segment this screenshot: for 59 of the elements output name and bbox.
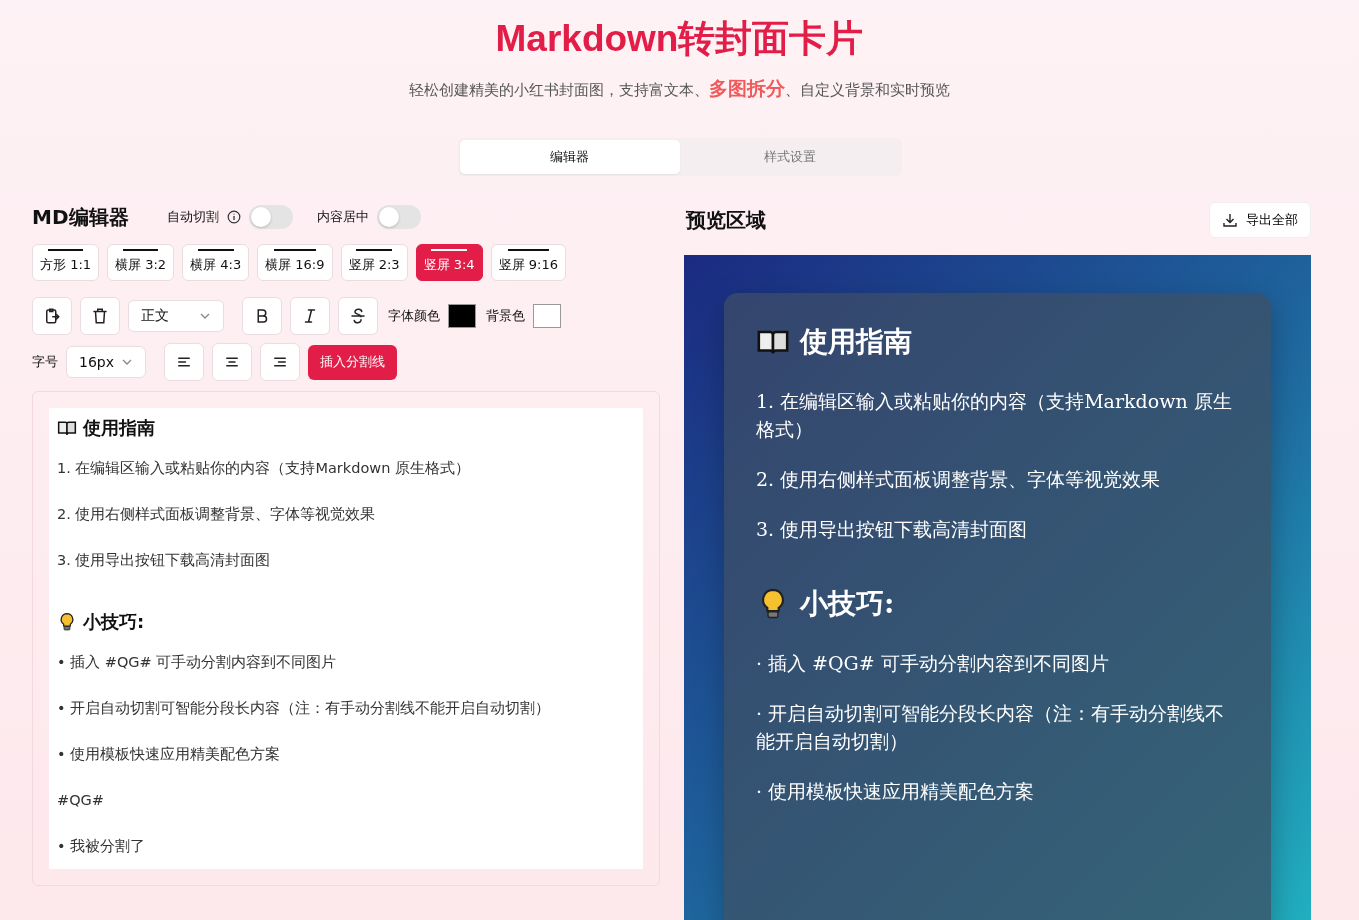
card-paragraph: · 开启自动切割可智能分段长内容（注：有手动分割线不能开启自动切割） [756,701,1226,754]
color-label: 背景色 [486,307,525,325]
editor-heading: 使用指南 [83,416,155,440]
color-swatch[interactable] [533,304,561,328]
editor-paragraph: • 开启自动切割可智能分段长内容（注：有手动分割线不能开启自动切割） [57,699,552,718]
text-editor[interactable]: 使用指南 1. 在编辑区输入或粘贴你的内容（支持Markdown 原生格式） 2. 使用右侧样式面板调整背景、字体等视觉效果 3. 使用导出按钮下载高清封面图 小技巧: • 插入 #QG# 可手动分割内容到不同图片 • 开启自动切割可智能分段长内容（注：有手动分割线不能开启自动切割） • 使用模板快速应用精美配色方案 #QG# • 我被分割了 [49,408,643,869]
toggle-switch[interactable] [376,205,421,229]
card-paragraph: 3. 使用导出按钮下载高清封面图 [756,517,1029,542]
aspect-ratio-button[interactable]: 横屏 16:9 [257,244,333,281]
card-paragraph: 1. 在编辑区输入或粘贴你的内容（支持Markdown 原生格式） [756,389,1233,442]
align-right-button[interactable] [260,343,300,381]
editor-paragraph: 1. 在编辑区输入或粘贴你的内容（支持Markdown 原生格式） [57,459,471,478]
book-icon [57,418,77,438]
toggle-label: 内容居中 [316,208,369,226]
aspect-ratio-button[interactable]: 横屏 4:3 [182,244,250,281]
italic-button[interactable] [290,297,330,335]
paste-icon [43,307,61,325]
aspect-ratio-button[interactable]: 竖屏 3:4 [415,244,483,281]
card-heading: 使用指南 [800,324,912,360]
color-swatch[interactable] [448,304,476,328]
strikethrough-button[interactable] [338,297,378,335]
aspect-ratio-button[interactable]: 方形 1:1 [32,244,100,281]
editor-heading: 小技巧: [83,610,145,634]
strikethrough-icon [349,307,367,325]
editor-paragraph: • 使用模板快速应用精美配色方案 [57,745,282,764]
toggle-switch[interactable] [248,205,293,229]
delete-icon [91,307,109,325]
color-label: 字体颜色 [388,307,440,325]
tab[interactable]: 编辑器 [459,140,680,174]
editor-paragraph: • 插入 #QG# 可手动分割内容到不同图片 [57,653,338,672]
preview-title: 预览区域 [686,206,766,234]
format-select[interactable]: 正文 [128,300,224,332]
export-all-button[interactable]: 导出全部 [1209,202,1311,238]
bold-button[interactable] [242,297,282,335]
editor-paragraph: 2. 使用右侧样式面板调整背景、字体等视觉效果 [57,505,377,524]
paste-button[interactable] [32,297,72,335]
page-subtitle: 轻松创建精美的小红书封面图，支持富文本、多图拆分、自定义背景和实时预览 [408,76,951,101]
aspect-ratio-button[interactable]: 横屏 3:2 [107,244,175,281]
aspect-ratio-button[interactable]: 竖屏 2:3 [340,244,408,281]
card-paragraph: · 使用模板快速应用精美配色方案 [756,779,1036,804]
card-paragraph: · 插入 #QG# 可手动分割内容到不同图片 [756,651,1110,676]
editor-paragraph: #QG# [57,791,105,810]
font-size-label: 字号 [32,353,58,371]
delete-button[interactable] [80,297,120,335]
info-icon[interactable] [226,210,241,224]
card-heading: 小技巧: [800,586,895,622]
align-left-button[interactable] [164,343,204,381]
font-size-select[interactable]: 16px [66,346,146,378]
card-paragraph: 2. 使用右侧样式面板调整背景、字体等视觉效果 [756,467,1162,492]
download-icon [1222,212,1238,228]
tab[interactable]: 样式设置 [679,140,900,174]
editor-paragraph: • 我被分割了 [57,837,147,856]
editor-paragraph: 3. 使用导出按钮下载高清封面图 [57,551,272,570]
aspect-ratio-button[interactable]: 竖屏 9:16 [490,244,566,281]
insert-divider-button[interactable]: 插入分割线 [308,344,397,380]
toggle-label: 自动切割 [166,208,219,226]
editor-title: MD编辑器 [32,203,129,231]
page-title: Markdown转封面卡片 [494,17,865,61]
align-center-button[interactable] [212,343,252,381]
